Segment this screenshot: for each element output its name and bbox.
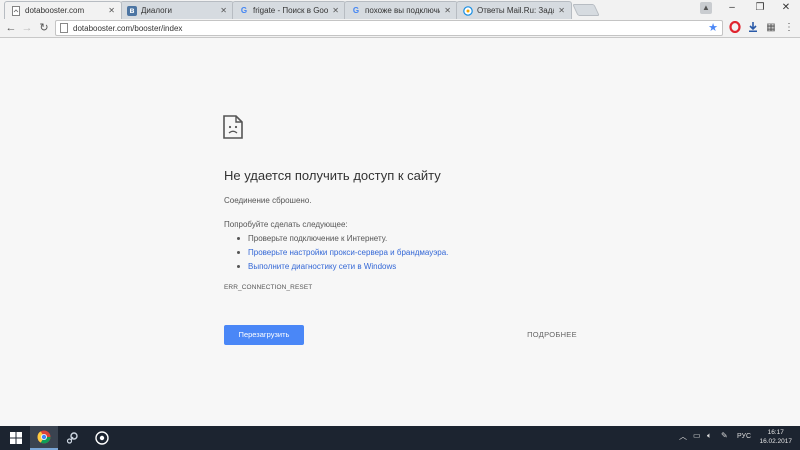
suggestion-check-internet: Проверьте подключение к Интернету.	[234, 232, 448, 246]
system-clock[interactable]: 16:17 16.02.2017	[759, 428, 792, 446]
error-message: Соединение сброшено.	[224, 196, 312, 205]
forward-arrow-icon[interactable]: →	[20, 21, 34, 35]
tab-frigate-search[interactable]: G frigate - Поиск в Google ✕	[232, 1, 346, 19]
language-indicator[interactable]: РУС	[737, 433, 751, 440]
minimize-icon[interactable]: –	[718, 0, 746, 16]
page-icon	[11, 5, 21, 16]
suggestion-check-proxy-link[interactable]: Проверьте настройки прокси-сервера и бра…	[234, 246, 448, 260]
close-tab-icon[interactable]: ✕	[444, 6, 451, 15]
details-button[interactable]: ПОДРОБНЕЕ	[520, 325, 584, 345]
suggestion-list: Проверьте подключение к Интернету. Прове…	[234, 232, 448, 274]
tab-title: dotabooster.com	[25, 6, 85, 15]
vk-icon: в	[127, 5, 137, 16]
tab-mailru-answers[interactable]: Ответы Mail.Ru: Задать ✕	[456, 1, 572, 19]
close-tab-icon[interactable]: ✕	[108, 6, 115, 15]
error-title: Не удается получить доступ к сайту	[224, 168, 441, 183]
tab-dotabooster[interactable]: dotabooster.com ✕	[4, 1, 122, 19]
tab-dialogi[interactable]: в Диалоги ✕	[120, 1, 234, 19]
steam-taskbar-icon[interactable]	[58, 426, 86, 450]
tab-title: Ответы Mail.Ru: Задать	[477, 6, 554, 15]
tab-title: Диалоги	[141, 6, 172, 15]
bookmark-star-icon[interactable]: ★	[708, 21, 718, 35]
reload-icon[interactable]: ↻	[37, 21, 51, 35]
show-hidden-icons[interactable]: ︿	[679, 431, 687, 442]
clock-date: 16.02.2017	[759, 438, 792, 445]
menu-icon[interactable]: ⋮	[782, 21, 796, 35]
close-window-icon[interactable]: ✕	[772, 0, 800, 16]
back-arrow-icon[interactable]: ←	[4, 21, 18, 35]
close-tab-icon[interactable]: ✕	[332, 6, 339, 15]
obs-taskbar-icon[interactable]	[88, 426, 116, 450]
volume-icon[interactable]: 🔈︎	[707, 431, 712, 441]
mailru-icon	[463, 5, 473, 16]
close-tab-icon[interactable]: ✕	[558, 6, 565, 15]
chrome-taskbar-icon[interactable]	[30, 426, 58, 450]
close-tab-icon[interactable]: ✕	[220, 6, 227, 15]
page-info-icon[interactable]	[60, 23, 68, 33]
error-code: ERR_CONNECTION_RESET	[224, 284, 313, 291]
tab-google-search[interactable]: G похоже вы подключил ✕	[344, 1, 458, 19]
windows-start-icon[interactable]	[2, 426, 30, 450]
browser-toolbar: ← → ↻ dotabooster.com/booster/index ★ ▦ …	[0, 19, 800, 38]
download-icon[interactable]	[746, 21, 760, 35]
address-bar[interactable]: dotabooster.com/booster/index ★	[55, 20, 723, 36]
maximize-icon[interactable]: ❐	[746, 0, 774, 16]
tab-strip: dotabooster.com ✕ в Диалоги ✕ G frigate …	[0, 0, 800, 19]
tab-title: похоже вы подключил	[365, 6, 441, 15]
profile-icon[interactable]: ▲	[700, 2, 712, 14]
suggestions-heading: Попробуйте сделать следующее:	[224, 220, 348, 229]
tab-title: frigate - Поиск в Google	[253, 6, 329, 15]
google-icon: G	[240, 6, 248, 15]
clock-time: 16:17	[767, 429, 784, 436]
pen-icon[interactable]: ✎	[721, 431, 728, 440]
suggestion-run-diagnostics-link[interactable]: Выполните диагностику сети в Windows	[234, 260, 448, 274]
network-icon[interactable]: ▭	[693, 431, 701, 440]
google-icon: G	[352, 6, 360, 15]
extension-icon[interactable]: ▦	[764, 21, 778, 35]
error-page: Не удается получить доступ к сайту Соеди…	[0, 38, 800, 426]
sad-page-icon	[223, 115, 243, 139]
url-text: dotabooster.com/booster/index	[73, 23, 183, 33]
opera-vpn-icon[interactable]	[728, 20, 742, 35]
windows-taskbar: ︿ ▭ 🔈︎ ✎ РУС 16:17 16.02.2017	[0, 426, 800, 450]
reload-button[interactable]: Перезагрузить	[224, 325, 304, 345]
new-tab-button[interactable]	[572, 4, 600, 16]
